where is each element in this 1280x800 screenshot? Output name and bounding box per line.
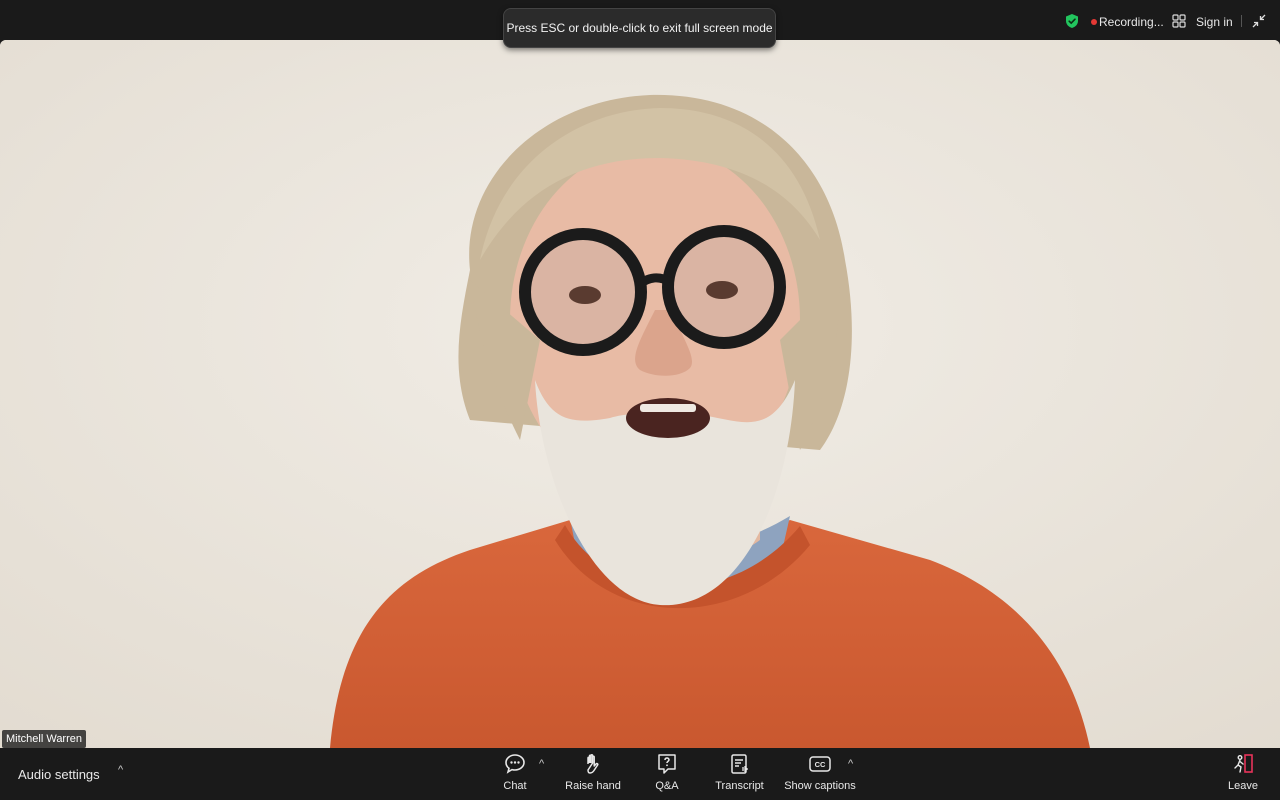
- leave-button[interactable]: Leave: [1226, 752, 1260, 798]
- participant-name-tag: Mitchell Warren: [2, 730, 86, 748]
- chat-icon: [505, 754, 525, 774]
- raise-hand-label: Raise hand: [565, 780, 621, 792]
- meeting-window: Recording... Sign in Press ESC or double…: [0, 0, 1280, 800]
- recording-label[interactable]: Recording...: [1099, 15, 1164, 29]
- qa-button[interactable]: Q&A: [652, 752, 682, 798]
- transcript-button[interactable]: Transcript: [712, 752, 767, 798]
- svg-text:CC: CC: [815, 760, 826, 769]
- question-icon: [658, 754, 676, 774]
- hand-icon: [587, 754, 599, 774]
- show-captions-label: Show captions: [784, 780, 856, 792]
- audio-settings-button[interactable]: Audio settings: [18, 767, 100, 782]
- shield-icon[interactable]: [1064, 13, 1080, 29]
- raise-hand-button[interactable]: Raise hand: [563, 752, 623, 798]
- bottom-toolbar: Audio settings ^ Chat ^ Raise hand Q&A T…: [0, 748, 1280, 800]
- chat-button[interactable]: Chat: [500, 752, 530, 798]
- video-frame: [0, 40, 1280, 748]
- leave-icon: [1234, 754, 1253, 773]
- leave-label: Leave: [1228, 780, 1258, 792]
- divider: [1241, 15, 1242, 27]
- captions-chevron-up-icon[interactable]: ^: [848, 758, 853, 770]
- qa-label: Q&A: [655, 780, 679, 792]
- exit-fullscreen-icon[interactable]: [1252, 14, 1266, 28]
- chat-label: Chat: [503, 780, 527, 792]
- chat-chevron-up-icon[interactable]: ^: [539, 758, 544, 770]
- sign-in-link[interactable]: Sign in: [1196, 15, 1233, 29]
- fullscreen-tooltip: Press ESC or double-click to exit full s…: [503, 8, 776, 48]
- captions-icon: CC: [809, 756, 831, 772]
- gallery-view-icon[interactable]: [1172, 14, 1186, 28]
- transcript-label: Transcript: [715, 780, 764, 792]
- audio-settings-chevron-up-icon[interactable]: ^: [118, 764, 128, 776]
- recording-dot-icon: [1091, 19, 1097, 25]
- transcript-icon: [730, 754, 748, 774]
- participant-video[interactable]: [0, 40, 1280, 748]
